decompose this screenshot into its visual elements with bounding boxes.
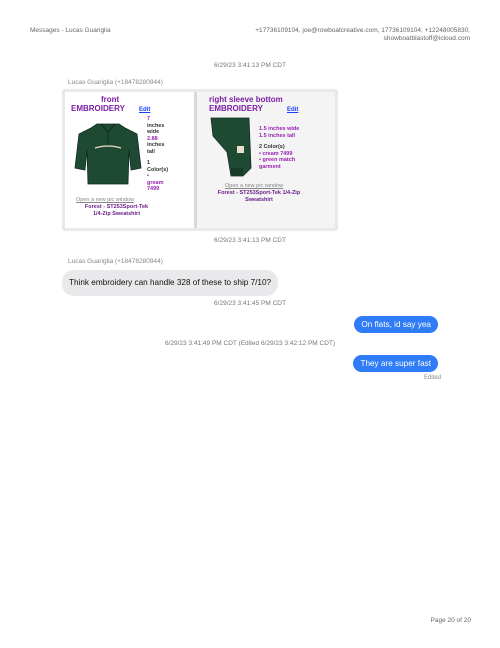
page-number: Page 20 of 20 (430, 617, 471, 624)
participants-list: +17736109104, joe@rowboatcreative.com, 1… (255, 27, 470, 42)
timestamp: 6/29/23 3:41:13 PM CDT (214, 62, 286, 69)
front-embroidery-label: EMBROIDERY (71, 104, 125, 113)
front-spec: 7 inches wide 2.88 inches tall 1 Color(s… (147, 116, 169, 192)
edited-timestamp: 6/29/23 3:41:49 PM CDT (Edited 6/29/23 3… (164, 340, 336, 347)
sleeve-embroidery-label: EMBROIDERY (209, 104, 263, 113)
timestamp: 6/29/23 3:41:13 PM CDT (214, 237, 286, 244)
front-description: Forest - ST253Sport-Tek 1/4-Zip Sweatshi… (84, 204, 149, 217)
front-pic-link[interactable]: Open a new pic window (76, 197, 134, 203)
edited-label: Edited (423, 375, 441, 381)
incoming-message-bubble[interactable]: Think embroidery can handle 328 of these… (62, 270, 278, 296)
outgoing-message-bubble[interactable]: They are super fast (353, 355, 438, 372)
timestamp: 6/29/23 3:41:45 PM CDT (214, 300, 286, 307)
sender-name: Lucas Guariglia (+18478280944) (68, 79, 163, 86)
sleeve-spec: 1.5 inches wide 1.5 inches tall 2 Color(… (259, 126, 300, 170)
mockup-panel-sleeve: right sleeve bottom EMBROIDERY Edit 1.5 … (197, 92, 335, 228)
sleeve-edit-link[interactable]: Edit (287, 107, 298, 113)
document-title: Messages - Lucas Guariglia (30, 27, 111, 34)
sleeve-title: right sleeve bottom (209, 95, 283, 104)
sender-name: Lucas Guariglia (+18478280944) (68, 258, 163, 265)
sleeve-pic-link[interactable]: Open a new pic window (225, 183, 283, 189)
sweatshirt-front-image (74, 123, 142, 185)
front-edit-link[interactable]: Edit (139, 107, 150, 113)
front-title: front (101, 95, 120, 104)
image-attachment[interactable]: front EMBROIDERY Edit 7 inches wide 2.88… (62, 89, 338, 231)
sleeve-description: Forest - ST253Sport-Tek 1/4-Zip Sweatshi… (217, 190, 301, 203)
outgoing-message-bubble[interactable]: On flats, id say yea (354, 316, 438, 333)
mockup-panel-front: front EMBROIDERY Edit 7 inches wide 2.88… (65, 92, 194, 228)
